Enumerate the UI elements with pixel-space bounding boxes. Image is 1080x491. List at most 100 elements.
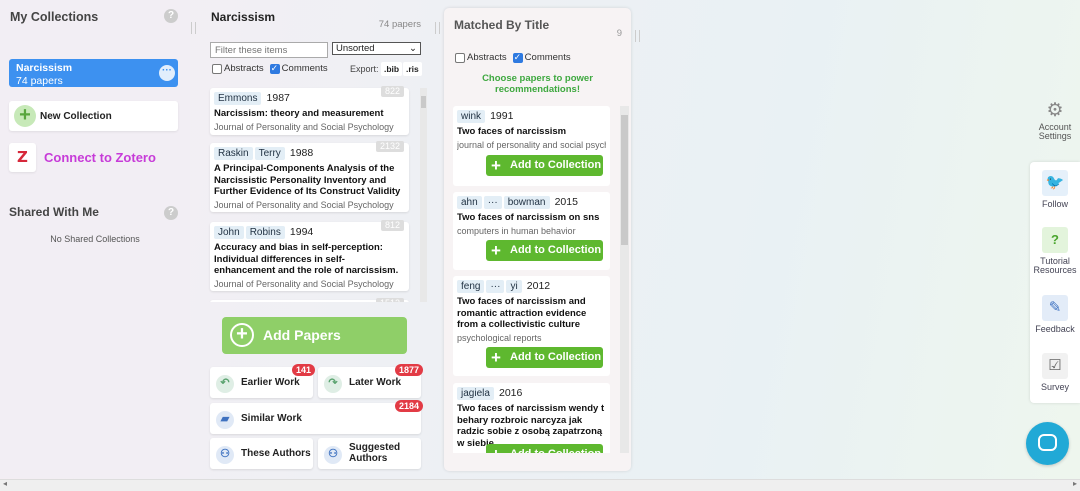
new-collection-button[interactable]: + New Collection — [9, 101, 178, 131]
these-authors-button[interactable]: ⚇ These Authors — [210, 438, 313, 469]
horizontal-scrollbar[interactable]: ◂ ▸ — [0, 479, 1080, 491]
author-tag[interactable]: Terry — [254, 147, 285, 160]
tutorial-resources-button[interactable]: ? Tutorial Resources — [1030, 227, 1080, 275]
similar-work-icon: ▰ — [216, 411, 234, 429]
paper-card[interactable]: 822 Emmons 1987 Narcissism: theory and m… — [210, 86, 409, 135]
account-settings-button[interactable]: ⚙ Account Settings — [1030, 101, 1080, 141]
gear-icon: ⚙ — [1046, 100, 1064, 121]
collections-sidebar: My Collections ? Narcissism 74 papers ··… — [0, 0, 190, 478]
add-to-collection-button[interactable]: + Add to Collection — [486, 347, 603, 368]
paper-journal: journal of personality and social psycho… — [457, 139, 606, 150]
scroll-right-icon[interactable]: ▸ — [1073, 479, 1077, 488]
paper-card[interactable]: 1512 — [210, 298, 409, 302]
author-tag[interactable]: jagiela — [457, 387, 494, 400]
recommendation-hint: Choose papers to power recommendations! — [482, 73, 593, 95]
collection-name: Narcissism — [16, 62, 73, 74]
help-icon[interactable]: ? — [164, 9, 178, 23]
checkbox-icon — [212, 63, 222, 74]
plus-icon: + — [491, 241, 501, 260]
paper-journal: Journal of Personality and Social Psycho… — [214, 278, 394, 289]
paper-card[interactable]: 812 John Robins 1994 Accuracy and bias in… — [210, 220, 409, 291]
paper-title: A Principal-Components Analysis of the N… — [214, 163, 401, 197]
resize-handle[interactable] — [635, 30, 640, 42]
paper-card[interactable]: 2132 Raskin Terry 1988 A Principal-Compon… — [210, 141, 409, 212]
chat-button[interactable] — [1026, 422, 1069, 465]
plus-icon: + — [230, 323, 254, 347]
matched-panel: Matched By Title 9 Abstracts Comments Ch… — [444, 8, 631, 471]
later-work-button[interactable]: ↷ Later Work 1877 — [318, 364, 423, 398]
chat-icon — [1038, 434, 1057, 451]
collection-narcissism[interactable]: Narcissism 74 papers ··· — [9, 59, 178, 87]
plus-icon: + — [491, 444, 501, 453]
survey-button[interactable]: ☑ Survey — [1030, 353, 1080, 392]
survey-label: Survey — [1040, 382, 1069, 392]
add-papers-button[interactable]: + Add Papers — [222, 317, 407, 354]
more-authors-tag[interactable]: ··· — [483, 196, 502, 209]
feedback-button[interactable]: ✎ Feedback — [1030, 295, 1080, 334]
abstracts-checkbox[interactable]: Abstracts — [455, 52, 507, 63]
similar-work-button[interactable]: ▰ Similar Work 2184 — [210, 400, 423, 434]
resize-handle[interactable] — [435, 22, 440, 34]
scrollbar-thumb[interactable] — [421, 96, 426, 108]
help-icon[interactable]: ? — [164, 206, 178, 220]
matched-card[interactable]: feng ··· yi 2012 Two faces of narcissism a… — [453, 276, 610, 376]
plus-icon: + — [491, 156, 501, 175]
checkbox-checked-icon — [269, 63, 280, 74]
author-tag[interactable]: wink — [457, 110, 486, 123]
author-tag[interactable]: ahn — [457, 196, 482, 209]
papers-count: 74 papers — [378, 19, 421, 30]
scroll-left-icon[interactable]: ◂ — [3, 479, 7, 488]
author-tag[interactable]: bowman — [503, 196, 550, 209]
scrollbar[interactable] — [420, 88, 427, 302]
add-to-collection-label: Add to Collection — [510, 159, 602, 171]
matched-title: Matched By Title — [454, 18, 550, 32]
feedback-label: Feedback — [1035, 324, 1075, 334]
export-label: Export: — [350, 64, 379, 74]
these-authors-label: These Authors — [241, 448, 311, 459]
author-tag[interactable]: Raskin — [214, 147, 253, 160]
more-authors-tag[interactable]: ··· — [486, 280, 505, 293]
matched-list: wink 1991 Two faces of narcissism journa… — [444, 106, 631, 453]
citation-count: 2132 — [375, 141, 404, 152]
abstracts-checkbox[interactable]: Abstracts — [212, 63, 264, 74]
author-tag[interactable]: John — [214, 226, 244, 239]
matched-card[interactable]: jagiela 2016 Two faces of narcissism wen… — [453, 383, 610, 453]
add-to-collection-button[interactable]: + Add to Collection — [486, 155, 603, 176]
users-icon: ⚇ — [216, 446, 234, 464]
connect-zotero-link[interactable]: Connect to Zotero — [44, 150, 156, 165]
author-tag[interactable]: yi — [506, 280, 522, 293]
matched-card[interactable]: ahn ··· bowman 2015 Two faces of narcissis… — [453, 192, 610, 270]
matched-count: 9 — [616, 28, 622, 39]
no-shared-text: No Shared Collections — [50, 234, 140, 244]
sort-select[interactable]: Unsorted ⌄ — [332, 42, 421, 55]
comments-label: Comments — [524, 52, 571, 63]
follow-label: Follow — [1041, 199, 1068, 209]
earlier-work-button[interactable]: ↶ Earlier Work 141 — [210, 364, 315, 398]
scrollbar-thumb[interactable] — [621, 115, 628, 245]
paper-year: 2015 — [554, 196, 578, 208]
more-options-icon[interactable]: ··· — [159, 65, 175, 81]
zotero-logo[interactable]: Z — [9, 143, 36, 172]
matched-card[interactable]: wink 1991 Two faces of narcissism journa… — [453, 106, 610, 186]
author-tag[interactable]: feng — [457, 280, 485, 293]
similar-work-label: Similar Work — [241, 413, 302, 424]
export-bib-button[interactable]: .bib — [381, 62, 403, 76]
earlier-work-icon: ↶ — [216, 375, 234, 393]
add-to-collection-button[interactable]: + Add to Collection — [486, 444, 603, 453]
export-ris-button[interactable]: .ris — [403, 62, 422, 76]
paper-year: 2016 — [498, 387, 523, 399]
resize-handle[interactable] — [191, 22, 196, 34]
citation-count: 822 — [380, 86, 404, 97]
filter-input[interactable] — [210, 42, 328, 58]
comments-checkbox[interactable]: Comments — [512, 52, 571, 63]
suggested-authors-button[interactable]: ⚇ Suggested Authors — [318, 438, 421, 469]
later-work-icon: ↷ — [324, 375, 342, 393]
add-to-collection-button[interactable]: + Add to Collection — [486, 240, 603, 261]
chevron-down-icon: ⌄ — [409, 43, 417, 54]
twitter-icon: 🐦 — [1042, 170, 1068, 196]
author-tag[interactable]: Robins — [245, 226, 285, 239]
shared-with-me-title: Shared With Me — [9, 205, 99, 219]
author-tag[interactable]: Emmons — [214, 92, 262, 105]
comments-checkbox[interactable]: Comments — [269, 63, 328, 74]
follow-button[interactable]: 🐦 Follow — [1030, 170, 1080, 209]
